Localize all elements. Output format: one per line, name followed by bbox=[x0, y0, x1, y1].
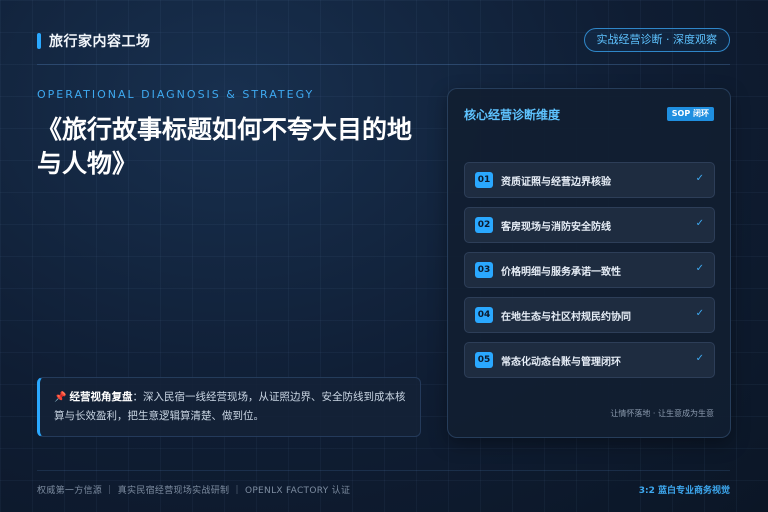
item-label: 常态化动态台账与管理闭环 bbox=[501, 357, 621, 368]
check-icon: ✓ bbox=[695, 173, 704, 184]
list-item: 05 常态化动态台账与管理闭环 ✓ bbox=[464, 342, 715, 378]
header: 旅行家内容工场 实战经营诊断 · 深度观察 bbox=[37, 28, 730, 56]
dimension-list: 01 资质证照与经营边界核验 ✓ 02 客房现场与消防安全防线 ✓ 03 价格明… bbox=[464, 162, 715, 387]
check-icon: ✓ bbox=[695, 353, 704, 364]
panel-title: 核心经营诊断维度 bbox=[464, 108, 561, 122]
check-icon: ✓ bbox=[695, 308, 704, 319]
item-label: 在地生态与社区村规民约协同 bbox=[501, 312, 631, 323]
item-label: 价格明细与服务承诺一致性 bbox=[501, 267, 621, 278]
header-divider bbox=[37, 64, 730, 65]
footer-divider bbox=[37, 470, 730, 471]
list-item: 01 资质证照与经营边界核验 ✓ bbox=[464, 162, 715, 198]
list-item: 04 在地生态与社区村规民约协同 ✓ bbox=[464, 297, 715, 333]
item-label: 资质证照与经营边界核验 bbox=[501, 177, 611, 188]
footer-format-tag: 3:2 蓝白专业商务视觉 bbox=[638, 486, 730, 496]
item-number: 05 bbox=[475, 352, 493, 368]
hero-subtitle: OPERATIONAL DIAGNOSIS & STRATEGY bbox=[37, 88, 315, 101]
check-icon: ✓ bbox=[695, 263, 704, 274]
header-tag: 实战经营诊断 · 深度观察 bbox=[583, 28, 730, 52]
brand-accent-bar bbox=[37, 33, 41, 49]
sop-badge: SOP 闭环 bbox=[666, 107, 714, 121]
hero-title: 《旅行故事标题如何不夸大目的地与人物》 bbox=[37, 115, 413, 178]
note-heading: 经营视角复盘 bbox=[69, 391, 133, 403]
item-label: 客房现场与消防安全防线 bbox=[501, 222, 611, 233]
item-number: 03 bbox=[475, 262, 493, 278]
check-icon: ✓ bbox=[695, 218, 704, 229]
brand-title: 旅行家内容工场 bbox=[49, 34, 151, 50]
footer-credits: 权威第一方信源 ｜ 真实民宿经营现场实战研制 ｜ OPENLX FACTORY … bbox=[37, 486, 351, 496]
diagnosis-panel: 核心经营诊断维度 SOP 闭环 01 资质证照与经营边界核验 ✓ 02 客房现场… bbox=[447, 88, 731, 438]
item-number: 02 bbox=[475, 217, 493, 233]
item-number: 04 bbox=[475, 307, 493, 323]
pin-icon: 📌 bbox=[54, 392, 67, 403]
panel-footer-slogan: 让情怀落地 · 让生意成为生意 bbox=[610, 409, 714, 418]
list-item: 03 价格明细与服务承诺一致性 ✓ bbox=[464, 252, 715, 288]
item-number: 01 bbox=[475, 172, 493, 188]
review-note: 📌 经营视角复盘：深入民宿一线经营现场，从证照边界、安全防线到成本核算与长效盈利，… bbox=[37, 377, 421, 437]
list-item: 02 客房现场与消防安全防线 ✓ bbox=[464, 207, 715, 243]
